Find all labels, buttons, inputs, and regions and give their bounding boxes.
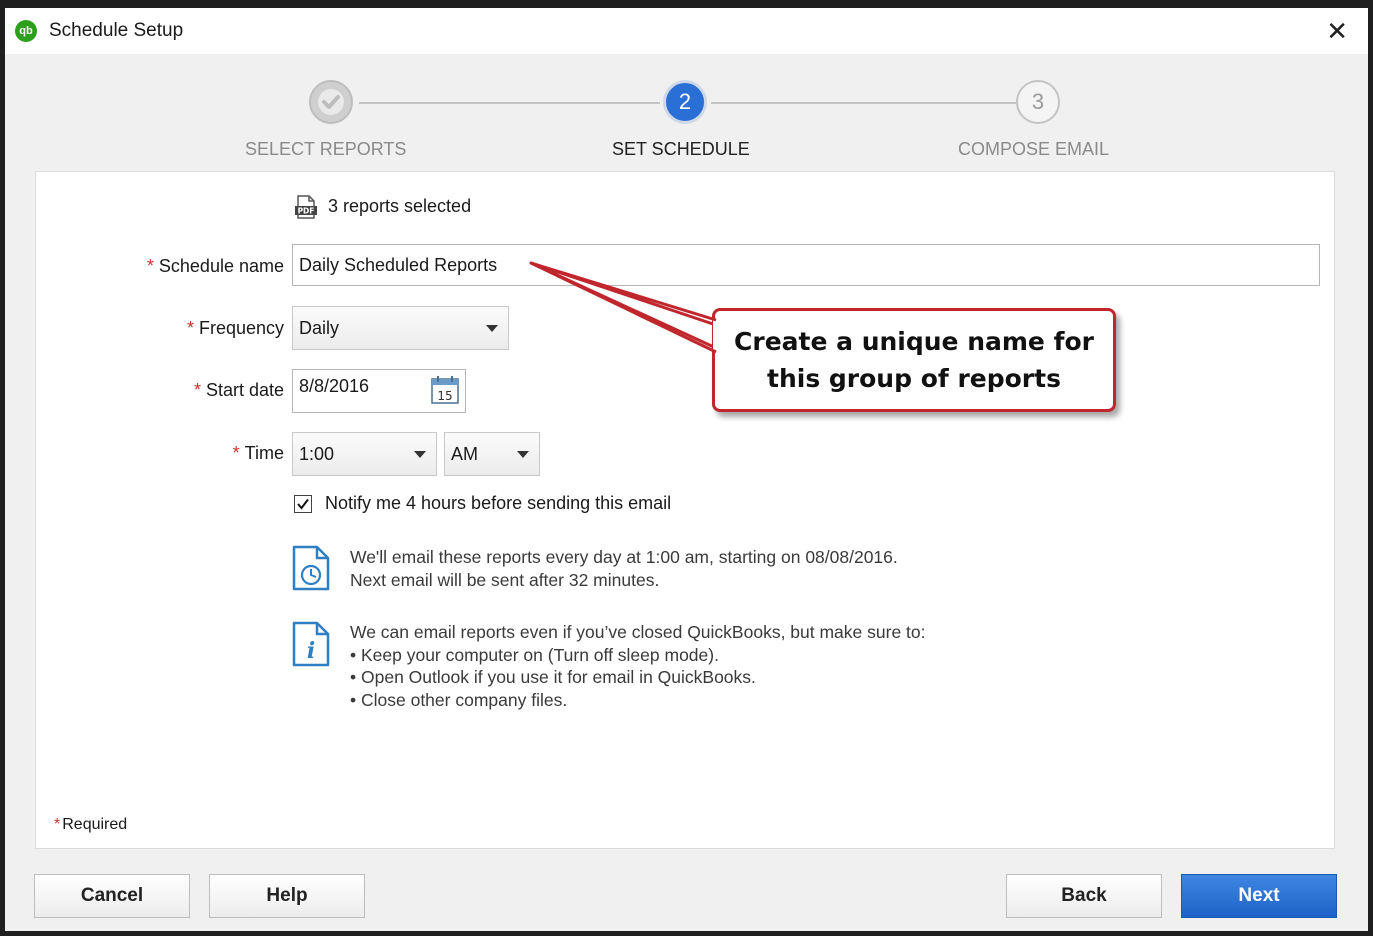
- step-connector: [711, 102, 1016, 104]
- schedule-clock-icon: [291, 544, 331, 597]
- chevron-down-icon: [486, 325, 498, 332]
- callout-line2: this group of reports: [767, 364, 1061, 393]
- frequency-label: * Frequency: [186, 318, 284, 338]
- tips-block: We can email reports even if you’ve clos…: [350, 621, 926, 711]
- calendar-icon[interactable]: 15: [430, 375, 460, 405]
- chevron-down-icon: [517, 451, 529, 458]
- tip-item: • Close other company files.: [350, 689, 568, 710]
- step-3-label: COMPOSE EMAIL: [958, 139, 1110, 159]
- back-button[interactable]: Back: [1006, 874, 1162, 918]
- schedule-summary: We'll email these reports every day at 1…: [350, 546, 898, 591]
- calendar-day: 15: [437, 389, 452, 403]
- window-title: Schedule Setup: [49, 20, 184, 41]
- step-1-check-icon: [309, 80, 353, 124]
- required-asterisk: *: [232, 443, 240, 463]
- step-3-indicator: 3: [1016, 80, 1060, 124]
- help-button[interactable]: Help: [209, 874, 365, 918]
- tip-item: • Open Outlook if you use it for email i…: [350, 667, 756, 687]
- wizard-stepper: SELECT REPORTS 2 SET SCHEDULE 3 COMPOSE …: [5, 54, 1368, 174]
- content-panel: PDF 3 reports selected * Schedule name Da…: [35, 171, 1335, 849]
- required-note: * Required: [54, 816, 128, 833]
- pdf-icon: PDF: [293, 194, 319, 225]
- step-2-number: 2: [678, 89, 692, 114]
- info-icon: i: [291, 620, 331, 673]
- required-asterisk: *: [193, 380, 201, 400]
- tip-item: • Keep your computer on (Turn off sleep …: [350, 644, 719, 665]
- title-bar: qb Schedule Setup ✕: [5, 8, 1368, 54]
- svg-text:i: i: [307, 638, 315, 664]
- callout-line1: Create a unique name for: [734, 327, 1094, 356]
- svg-text:PDF: PDF: [298, 207, 315, 216]
- step-2-label: SET SCHEDULE: [612, 139, 750, 159]
- notify-checkbox[interactable]: [294, 495, 312, 513]
- tips-intro: We can email reports even if you’ve clos…: [350, 622, 926, 642]
- chevron-down-icon: [414, 451, 426, 458]
- quickbooks-logo-icon: qb: [15, 20, 37, 42]
- next-button[interactable]: Next: [1181, 874, 1337, 918]
- start-date-label: * Start date: [193, 380, 284, 400]
- schedule-setup-window: qb Schedule Setup ✕ SELECT REPORTS 2 SET…: [0, 0, 1373, 936]
- callout-annotation: Create a unique name for this group of r…: [712, 308, 1116, 412]
- checkmark-icon: [297, 498, 309, 510]
- frequency-select[interactable]: Daily: [292, 306, 509, 350]
- step-connector: [359, 102, 660, 104]
- schedule-name-input[interactable]: Daily Scheduled Reports: [292, 244, 1320, 286]
- required-asterisk: *: [146, 256, 154, 276]
- required-asterisk: *: [186, 318, 194, 338]
- time-hour-select[interactable]: 1:00: [292, 432, 437, 476]
- reports-selected-text: 3 reports selected: [328, 196, 472, 216]
- notify-label[interactable]: Notify me 4 hours before sending this em…: [325, 493, 671, 514]
- schedule-name-label: * Schedule name: [146, 256, 284, 276]
- schedule-summary-line2: Next email will be sent after 32 minutes…: [350, 569, 660, 590]
- time-ampm-select[interactable]: AM: [444, 432, 540, 476]
- step-2-indicator: 2: [663, 80, 707, 124]
- step-3-number: 3: [1031, 89, 1045, 114]
- time-label: * Time: [232, 443, 284, 463]
- step-1-label: SELECT REPORTS: [245, 139, 407, 159]
- close-icon[interactable]: ✕: [1326, 18, 1348, 44]
- schedule-summary-line1: We'll email these reports every day at 1…: [350, 547, 898, 567]
- cancel-button[interactable]: Cancel: [34, 874, 190, 918]
